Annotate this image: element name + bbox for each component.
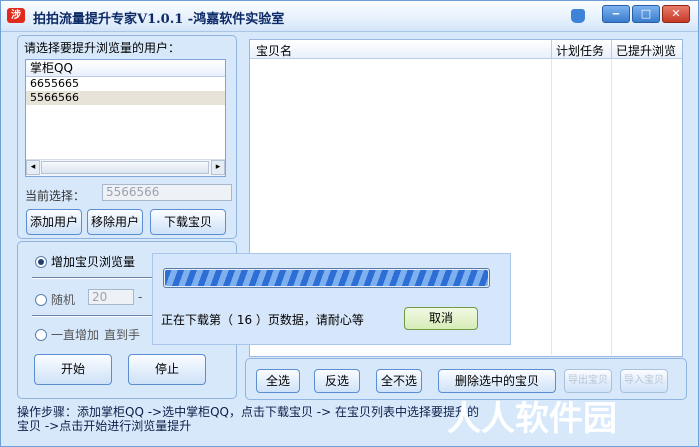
invert-selection-button[interactable]: 反选 [314,369,360,393]
grid-line-2 [611,59,612,355]
column-divider-2 [611,40,612,59]
always-increase-label: 一直增加 [51,328,100,342]
scroll-thumb[interactable] [41,161,209,174]
minimize-button[interactable]: ‒ [602,5,630,23]
items-list-header: 宝贝名 计划任务 已提升浏览 [250,40,682,59]
column-divider-1 [551,40,552,59]
progress-message: 正在下载第（ 16 ）页数据，请耐心等 [161,313,364,327]
progress-bar [163,268,490,288]
kk-watermark: KK下载 [293,206,397,239]
options-separator-2 [32,315,152,317]
cancel-download-button[interactable]: 取消 [404,307,478,330]
title-bar: 涉 拍拍流量提升专家V1.0.1 -鸿嘉软件实验室 ‒ □ ✕ [1,1,698,32]
rr-watermark: 人人软件园 [447,399,617,439]
remove-user-button[interactable]: 移除用户 [87,209,143,235]
increase-views-label: 增加宝贝浏览量 [51,255,136,269]
user-rows: 6655665 5566566 [26,77,225,105]
user-list-header[interactable]: 掌柜QQ [26,60,225,77]
random-radio[interactable] [35,294,47,306]
user-list[interactable]: 掌柜QQ 6655665 5566566 ◂ ▸ [25,59,226,177]
options-separator-1 [32,277,152,279]
stop-button[interactable]: 停止 [128,354,206,385]
select-none-button[interactable]: 全不选 [376,369,422,393]
maximize-button[interactable]: □ [632,5,660,23]
current-selection-field: 5566566 [102,184,232,201]
until-label: 直到手 [104,328,141,342]
random-min-input[interactable]: 20 [88,289,134,305]
column-raised-views[interactable]: 已提升浏览 [616,42,676,59]
current-selection-label: 当前选择： [25,189,86,203]
random-label: 随机 [51,293,76,307]
horizontal-scrollbar[interactable]: ◂ ▸ [26,159,225,176]
scroll-right-icon[interactable]: ▸ [211,160,225,175]
user-panel: 请选择要提升浏览量的用户： 掌柜QQ 6655665 5566566 ◂ ▸ 当前… [17,35,237,239]
start-button[interactable]: 开始 [34,354,112,385]
user-list-row[interactable]: 5566566 [26,91,225,105]
scroll-left-icon[interactable]: ◂ [26,160,40,175]
skin-shirt-icon[interactable] [571,9,585,23]
increase-views-radio[interactable] [35,256,47,268]
instructions-line-2: 宝贝 ->点击开始进行浏览量提升 [17,419,192,433]
export-items-button[interactable]: 导出宝贝 [564,369,612,393]
always-increase-radio[interactable] [35,329,47,341]
import-items-button[interactable]: 导入宝贝 [620,369,668,393]
app-logo-icon: 涉 [7,8,25,23]
user-prompt-label: 请选择要提升浏览量的用户： [24,41,181,55]
close-button[interactable]: ✕ [662,5,690,23]
column-item-name[interactable]: 宝贝名 [256,42,292,59]
grid-line-1 [551,59,552,355]
column-plan-task[interactable]: 计划任务 [556,42,604,59]
user-list-row[interactable]: 6655665 [26,77,225,91]
app-window: 涉 拍拍流量提升专家V1.0.1 -鸿嘉软件实验室 ‒ □ ✕ 请选择要提升浏览… [0,0,699,447]
progress-dialog: 正在下载第（ 16 ）页数据，请耐心等 取消 [152,253,511,345]
kk-watermark-url: www.kkx.net [299,239,370,252]
progress-fill [165,270,488,286]
add-user-button[interactable]: 添加用户 [26,209,82,235]
select-all-button[interactable]: 全选 [256,369,300,393]
download-items-button[interactable]: 下载宝贝 [150,209,226,235]
delete-selected-button[interactable]: 删除选中的宝贝 [438,369,556,393]
window-title: 拍拍流量提升专家V1.0.1 -鸿嘉软件实验室 [33,12,285,27]
random-range-dash: - [138,290,143,304]
